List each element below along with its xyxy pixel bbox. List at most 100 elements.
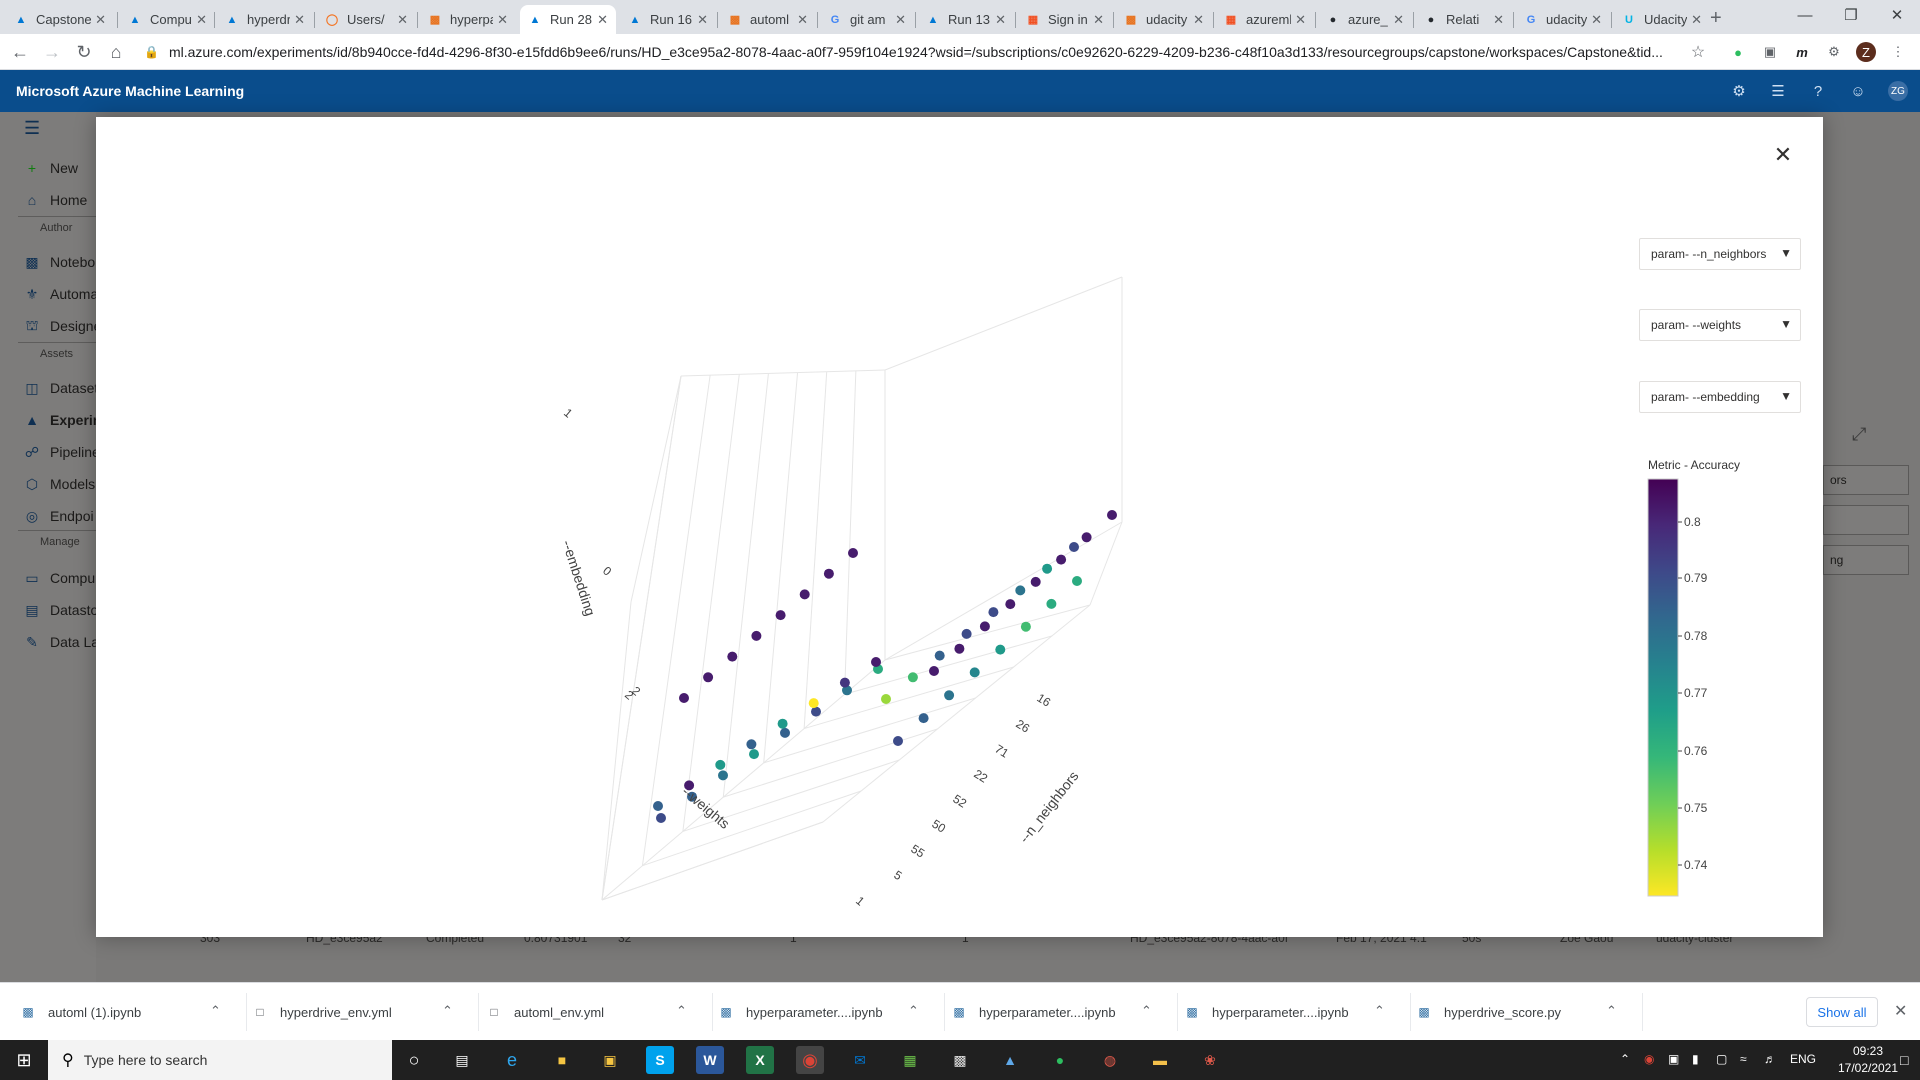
photos-icon[interactable]: ▲	[996, 1046, 1024, 1074]
data-point[interactable]	[1030, 576, 1041, 587]
data-point[interactable]	[808, 698, 819, 709]
data-point[interactable]	[727, 651, 738, 662]
sidebar-item-designe[interactable]: ⛫ Designe	[24, 316, 96, 336]
chevron-up-icon[interactable]: ⌃	[210, 1003, 221, 1019]
browser-tab[interactable]: ● azure_ ✕	[1318, 5, 1412, 34]
browser-tab[interactable]: ▦ azureml ✕	[1216, 5, 1314, 34]
data-point[interactable]	[995, 644, 1006, 655]
sidebar-item-home[interactable]: ⌂ Home	[24, 190, 88, 210]
data-point[interactable]	[1042, 563, 1053, 574]
data-point[interactable]	[656, 813, 666, 823]
data-point[interactable]	[1056, 554, 1067, 565]
file-explorer-icon[interactable]: ■	[548, 1046, 576, 1074]
m-extension-icon[interactable]: m	[1792, 42, 1812, 62]
extension-square-icon[interactable]: ▣	[1760, 42, 1780, 62]
data-point[interactable]	[979, 621, 990, 632]
data-point[interactable]	[871, 657, 881, 667]
data-point[interactable]	[944, 690, 955, 701]
evernote-extension-icon[interactable]: ●	[1728, 42, 1748, 62]
new-tab-icon[interactable]: +	[1710, 7, 1722, 30]
data-point[interactable]	[775, 610, 786, 621]
data-point[interactable]	[961, 628, 972, 639]
close-window-icon[interactable]: ✕	[1874, 0, 1920, 30]
chevron-up-icon[interactable]: ⌃	[676, 1003, 687, 1019]
hamburger-menu-icon[interactable]: ☰	[24, 118, 40, 139]
data-point[interactable]	[1046, 598, 1057, 609]
data-point[interactable]	[934, 650, 945, 661]
browser-tab[interactable]: Ggit am ✕	[820, 5, 914, 34]
data-point[interactable]	[823, 568, 834, 579]
home-browser-icon[interactable]: ⌂	[104, 40, 128, 64]
data-point[interactable]	[1081, 532, 1092, 543]
browser-tab[interactable]: ◯ Users/ ✕	[317, 5, 416, 34]
data-point[interactable]	[1069, 542, 1079, 552]
word-icon[interactable]: W	[696, 1046, 724, 1074]
data-point[interactable]	[715, 759, 726, 770]
chrome-icon[interactable]: ◉	[796, 1046, 824, 1074]
notification-center-icon[interactable]: □	[1900, 1052, 1908, 1068]
app-circle-icon[interactable]: ◍	[1096, 1046, 1124, 1074]
chevron-up-icon[interactable]: ⌃	[1374, 1003, 1385, 1019]
wifi-icon[interactable]: ≈	[1740, 1052, 1747, 1066]
data-point[interactable]	[799, 589, 810, 600]
battery-icon[interactable]: ▮	[1692, 1052, 1699, 1066]
data-point[interactable]	[777, 718, 788, 729]
tray-icon-1[interactable]: ▣	[1668, 1052, 1679, 1066]
data-point[interactable]	[988, 607, 999, 618]
data-point[interactable]	[679, 693, 689, 703]
sidebar-item-dataset[interactable]: ◫ Dataset	[24, 378, 96, 398]
tab-close-icon[interactable]: ✕	[397, 12, 408, 28]
taskbar-search-box[interactable]: ⚲ Type here to search	[48, 1040, 392, 1080]
sidebar-item-datala[interactable]: ✎ Data La	[24, 632, 96, 652]
download-item[interactable]: ▩ hyperparameter....ipynb ⌃	[718, 983, 938, 1041]
browser-tab[interactable]: ▲ Capstone ✕	[6, 5, 114, 34]
minimize-icon[interactable]: —	[1782, 0, 1828, 30]
data-point[interactable]	[746, 739, 757, 750]
chevron-up-icon[interactable]: ⌃	[1606, 1003, 1617, 1019]
app-bug-icon[interactable]: ❀	[1196, 1046, 1224, 1074]
tray-up-chevron-icon[interactable]: ⌃	[1620, 1052, 1630, 1066]
extensions-puzzle-icon[interactable]: ⚙	[1824, 42, 1844, 62]
download-item[interactable]: ▩ hyperparameter....ipynb ⌃	[951, 983, 1171, 1041]
data-point[interactable]	[954, 643, 965, 654]
data-point[interactable]	[918, 713, 929, 724]
restore-icon[interactable]: ❐	[1828, 0, 1874, 30]
data-point[interactable]	[1015, 585, 1026, 596]
address-bar[interactable]: 🔒 ml.azure.com/experiments/id/8b940cce-f…	[138, 39, 1698, 65]
sidebar-item-automa[interactable]: ⚜ Automa	[24, 284, 96, 304]
close-shelf-icon[interactable]: ✕	[1894, 1001, 1907, 1021]
tab-close-icon[interactable]: ✕	[1493, 12, 1504, 28]
browser-tab[interactable]: ▩ udacity ✕	[1116, 5, 1212, 34]
sidebar-item-models[interactable]: ⬡ Models	[24, 474, 95, 494]
data-point[interactable]	[969, 667, 980, 678]
clock-date[interactable]: 17/02/2021	[1832, 1061, 1904, 1075]
data-point[interactable]	[703, 672, 714, 683]
browser-tab[interactable]: Gudacity ✕	[1516, 5, 1610, 34]
browser-menu-icon[interactable]: ⋮	[1888, 42, 1908, 62]
tab-close-icon[interactable]: ✕	[995, 12, 1006, 28]
back-icon[interactable]: ←	[8, 40, 32, 64]
data-point[interactable]	[893, 736, 903, 746]
browser-tab[interactable]: ▲ hyperdrive✕	[217, 5, 313, 34]
sidebar-item-endpoi[interactable]: ◎ Endpoi	[24, 506, 94, 526]
browser-tab[interactable]: ▲ Compute ✕	[120, 5, 215, 34]
chevron-up-icon[interactable]: ⌃	[1141, 1003, 1152, 1019]
store-icon[interactable]: ▣	[596, 1046, 624, 1074]
show-all-downloads-button[interactable]: Show all	[1806, 997, 1878, 1027]
user-avatar[interactable]: ZG	[1888, 81, 1908, 101]
browser-tab[interactable]: ▩ automl ✕	[720, 5, 816, 34]
notifications-icon[interactable]: ☰	[1768, 81, 1788, 101]
download-item[interactable]: ▩ automl (1).ipynb ⌃	[20, 983, 240, 1041]
edge-icon[interactable]: e	[498, 1046, 526, 1074]
tab-close-icon[interactable]: ✕	[1591, 12, 1602, 28]
clock-time[interactable]: 09:23	[1838, 1044, 1898, 1058]
reload-icon[interactable]: ↻	[72, 40, 96, 64]
tab-close-icon[interactable]: ✕	[1393, 12, 1404, 28]
expand-icon[interactable]: ⤢	[1852, 424, 1866, 445]
data-point[interactable]	[848, 548, 858, 558]
sidebar-item-compu[interactable]: ▭ Compu	[24, 568, 95, 588]
evernote-taskbar-icon[interactable]: ●	[1046, 1046, 1074, 1074]
download-item[interactable]: □ hyperdrive_env.yml ⌃	[252, 983, 472, 1041]
outlook-icon[interactable]: ✉	[846, 1046, 874, 1074]
data-point[interactable]	[1005, 599, 1016, 610]
